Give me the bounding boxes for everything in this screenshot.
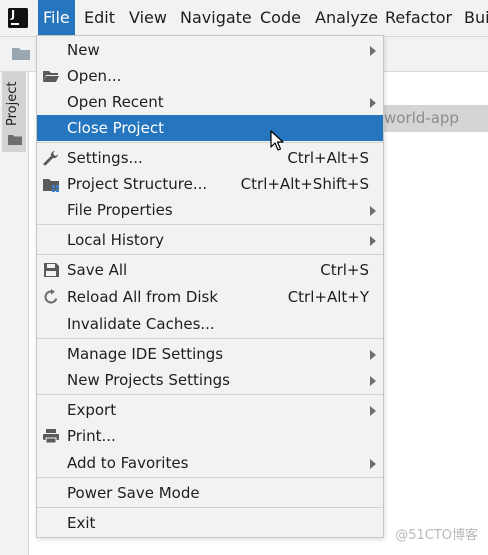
submenu-arrow-icon [370,376,376,386]
menu-item-new-projects-settings[interactable]: New Projects Settings [37,367,383,393]
menu-build[interactable]: Bui [459,0,488,36]
menu-item-label: Settings... [67,149,143,167]
project-tool-window-tab[interactable]: Project [2,72,26,152]
submenu-arrow-icon [370,236,376,246]
submenu-arrow-icon [370,46,376,56]
menu-item-label: New [67,41,100,59]
menu-item-label: Manage IDE Settings [67,345,224,363]
reload-icon [44,289,58,304]
save-icon [44,263,59,277]
menu-separator [37,142,383,143]
menu-item-manage-ide-settings[interactable]: Manage IDE Settings [37,341,383,367]
wrench-icon [43,150,59,166]
project-structure-icon [43,179,59,192]
menu-separator [37,254,383,255]
menu-item-label: New Projects Settings [67,371,230,389]
folder-icon [8,135,22,145]
menu-item-export[interactable]: Export [37,397,383,423]
menu-separator [37,507,383,508]
menu-item-label: Open Recent [67,93,164,111]
menu-item-add-to-favorites[interactable]: Add to Favorites [37,450,383,476]
menu-item-file-properties[interactable]: File Properties [37,197,383,223]
submenu-arrow-icon [370,206,376,216]
menu-separator [37,394,383,395]
menu-item-label: Close Project [67,119,164,137]
file-menu-dropdown: New Open... Open Recent Close Project Se… [36,35,384,538]
menu-item-invalidate-caches[interactable]: Invalidate Caches... [37,311,383,337]
menu-item-power-save-mode[interactable]: Power Save Mode [37,480,383,506]
menu-item-label: Reload All from Disk [67,288,219,306]
project-folder-icon[interactable] [11,46,31,61]
menu-view[interactable]: View [124,0,172,36]
submenu-arrow-icon [370,459,376,469]
menu-item-shortcut: Ctrl+S [320,261,369,279]
menu-item-label: Add to Favorites [67,454,189,472]
main-menubar: J File Edit View Navigate Code Analyze R… [0,0,488,37]
intellij-logo-icon: J [5,5,31,31]
menu-navigate[interactable]: Navigate [175,0,257,36]
menu-item-open-recent[interactable]: Open Recent [37,89,383,115]
menu-item-shortcut: Ctrl+Alt+Shift+S [240,175,369,193]
menu-item-label: Local History [67,231,165,249]
watermark: @51CTO博客 [395,528,478,543]
menu-item-label: Save All [67,261,128,279]
menu-item-shortcut: Ctrl+Alt+Y [287,288,369,306]
menu-edit[interactable]: Edit [79,0,120,36]
menu-refactor[interactable]: Refactor [380,0,457,36]
mouse-pointer-icon [270,130,284,151]
menu-item-label: Invalidate Caches... [67,315,215,333]
menu-separator [37,224,383,225]
project-tree-root[interactable]: world-app [370,105,488,132]
project-tab-label: Project [5,81,20,127]
menu-item-reload-all[interactable]: Reload All from Disk Ctrl+Alt+Y [37,284,383,310]
left-tool-window-stripe: Project [0,72,29,555]
printer-icon [43,429,59,444]
menu-item-exit[interactable]: Exit [37,510,383,536]
submenu-arrow-icon [370,350,376,360]
menu-item-close-project[interactable]: Close Project [37,115,383,141]
menu-item-print[interactable]: Print... [37,423,383,449]
submenu-arrow-icon [370,406,376,416]
menu-item-local-history[interactable]: Local History [37,227,383,253]
menu-item-shortcut: Ctrl+Alt+S [287,149,369,167]
menu-item-label: Exit [67,514,96,532]
menu-item-label: Power Save Mode [67,484,200,502]
menu-analyze[interactable]: Analyze [310,0,383,36]
menu-code[interactable]: Code [255,0,306,36]
menu-item-project-structure[interactable]: Project Structure... Ctrl+Alt+Shift+S [37,171,383,197]
menu-item-label: Print... [67,427,116,445]
menu-item-label: Export [67,401,117,419]
menu-item-label: Project Structure... [67,175,208,193]
menu-item-label: Open... [67,67,122,85]
folder-open-icon [43,71,59,82]
menu-file[interactable]: File [38,0,75,36]
menu-item-new[interactable]: New [37,37,383,63]
menu-item-settings[interactable]: Settings... Ctrl+Alt+S [37,145,383,171]
menu-item-open[interactable]: Open... [37,63,383,89]
menu-item-save-all[interactable]: Save All Ctrl+S [37,257,383,283]
menu-item-label: File Properties [67,201,173,219]
menu-separator [37,338,383,339]
submenu-arrow-icon [370,98,376,108]
menu-separator [37,477,383,478]
